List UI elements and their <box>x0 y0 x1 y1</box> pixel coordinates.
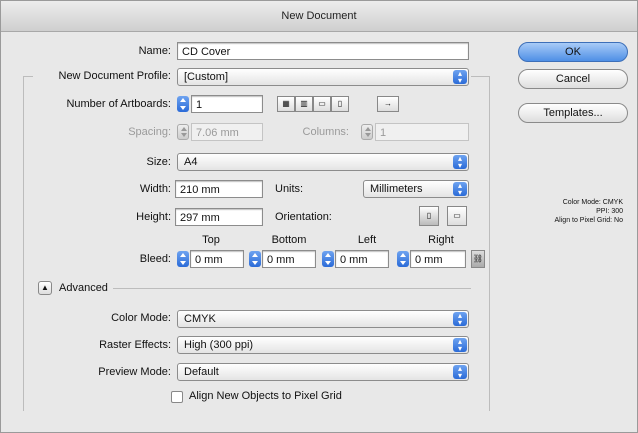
columns-label: Columns: <box>302 126 349 138</box>
columns-stepper[interactable] <box>361 124 373 140</box>
artboards-label: Number of Artboards: <box>66 98 171 110</box>
dialog-title: New Document <box>1 1 637 32</box>
preview-mode-label: Preview Mode: <box>98 366 171 378</box>
landscape-orientation-icon[interactable]: ▭ <box>447 206 467 226</box>
bleed-top-field[interactable]: 0 mm <box>190 250 244 268</box>
new-document-dialog: New Document Name: CD Cover New Document… <box>0 0 638 433</box>
portrait-orientation-icon[interactable]: ▯ <box>419 206 439 226</box>
name-field[interactable]: CD Cover <box>177 42 469 60</box>
summary-align-grid: Align to Pixel Grid: No <box>554 217 623 224</box>
units-popup-value: Millimeters <box>370 183 423 195</box>
columns-field[interactable]: 1 <box>375 123 469 141</box>
bleed-right-stepper[interactable] <box>397 251 409 267</box>
bleed-left-field[interactable]: 0 mm <box>335 250 389 268</box>
summary-info: Color Mode: CMYK PPI: 300 Align to Pixel… <box>501 198 623 225</box>
artboards-field[interactable]: 1 <box>191 95 263 113</box>
name-label: Name: <box>138 45 171 57</box>
popup-arrows-icon: ▴ ▾ <box>453 182 467 197</box>
right-to-left-icon[interactable]: → <box>377 96 399 112</box>
summary-color-mode: Color Mode: CMYK <box>562 199 623 206</box>
size-popup[interactable]: A4 ▴ ▾ <box>177 153 469 171</box>
preview-mode-popup[interactable]: Default ▴ ▾ <box>177 363 469 381</box>
bleed-bottom-field[interactable]: 0 mm <box>262 250 316 268</box>
grid-by-column-icon[interactable]: ▥ <box>295 96 313 112</box>
orientation-label: Orientation: <box>275 211 332 223</box>
advanced-disclosure-icon[interactable]: ▲ <box>38 281 52 295</box>
popup-arrows-icon: ▴ ▾ <box>453 365 467 380</box>
ok-button[interactable]: OK <box>518 42 628 62</box>
size-label: Size: <box>146 156 171 168</box>
color-mode-popup[interactable]: CMYK ▴ ▾ <box>177 310 469 328</box>
spacing-label: Spacing: <box>128 126 171 138</box>
profile-group-border-left <box>23 76 24 411</box>
height-label: Height: <box>136 211 171 223</box>
profile-popup[interactable]: [Custom] ▴ ▾ <box>177 68 469 86</box>
bleed-label: Bleed: <box>139 253 171 265</box>
grid-by-row-icon[interactable]: ▦ <box>277 96 295 112</box>
bleed-right-label: Right <box>428 234 454 246</box>
profile-popup-value: [Custom] <box>184 71 229 83</box>
raster-effects-label: Raster Effects: <box>99 339 171 351</box>
cancel-button[interactable]: Cancel <box>518 69 628 89</box>
profile-group-border-right <box>489 76 490 411</box>
artboards-stepper[interactable] <box>177 96 189 112</box>
bleed-left-label: Left <box>357 234 377 246</box>
width-label: Width: <box>139 183 171 195</box>
height-field[interactable]: 297 mm <box>175 208 263 226</box>
popup-arrows-icon: ▴ ▾ <box>453 312 467 327</box>
popup-arrows-icon: ▴ ▾ <box>453 70 467 85</box>
summary-ppi: PPI: 300 <box>596 208 623 215</box>
color-mode-label: Color Mode: <box>111 312 171 324</box>
arrange-by-column-icon[interactable]: ▯ <box>331 96 349 112</box>
spacing-stepper[interactable] <box>177 124 189 140</box>
arrange-by-row-icon[interactable]: ▭ <box>313 96 331 112</box>
popup-arrows-icon: ▴ ▾ <box>453 338 467 353</box>
size-popup-value: A4 <box>184 156 198 168</box>
bleed-left-stepper[interactable] <box>322 251 334 267</box>
bleed-bottom-label: Bottom <box>271 234 307 246</box>
profile-group-line-left <box>23 76 33 77</box>
units-label: Units: <box>275 183 304 195</box>
bleed-top-label: Top <box>202 234 220 246</box>
width-field[interactable]: 210 mm <box>175 180 263 198</box>
align-pixel-grid-label: Align New Objects to Pixel Grid <box>189 390 342 402</box>
bleed-right-field[interactable]: 0 mm <box>410 250 466 268</box>
spacing-field[interactable]: 7.06 mm <box>191 123 263 141</box>
bleed-top-stepper[interactable] <box>177 251 189 267</box>
preview-mode-popup-value: Default <box>184 366 219 378</box>
popup-arrows-icon: ▴ ▾ <box>453 155 467 170</box>
bleed-bottom-stepper[interactable] <box>249 251 261 267</box>
advanced-separator <box>113 288 471 289</box>
raster-effects-popup-value: High (300 ppi) <box>184 339 254 351</box>
templates-button[interactable]: Templates... <box>518 103 628 123</box>
advanced-label: Advanced <box>59 282 108 294</box>
link-bleed-icon[interactable]: ⛓ <box>471 250 485 268</box>
color-mode-popup-value: CMYK <box>184 313 216 325</box>
raster-effects-popup[interactable]: High (300 ppi) ▴ ▾ <box>177 336 469 354</box>
units-popup[interactable]: Millimeters ▴ ▾ <box>363 180 469 198</box>
align-pixel-grid-checkbox[interactable] <box>171 391 183 403</box>
profile-group-line-right <box>471 76 489 77</box>
profile-label: New Document Profile: <box>58 70 172 82</box>
